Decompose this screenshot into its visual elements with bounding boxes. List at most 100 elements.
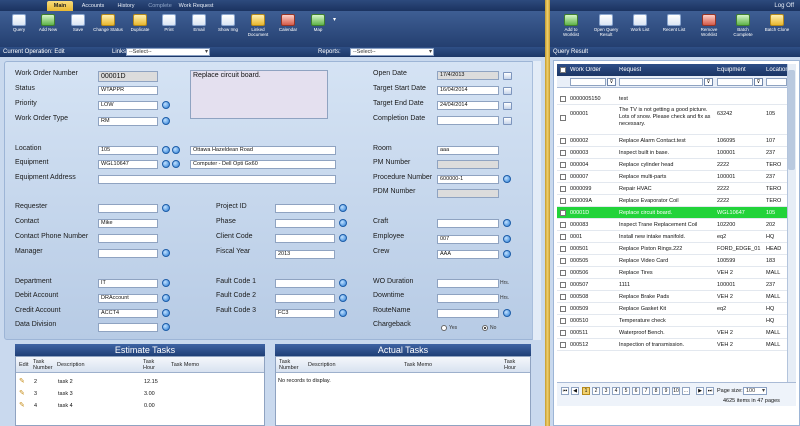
project-id-lookup-icon[interactable]	[339, 204, 347, 212]
open-date-calendar-icon[interactable]	[503, 72, 512, 80]
row-checkbox[interactable]	[560, 342, 566, 348]
page-number-button[interactable]: 10	[672, 387, 680, 395]
page-number-button[interactable]: ...	[682, 387, 690, 395]
query-result-row[interactable]: 000001 The TV is not getting a good pictu…	[557, 105, 787, 135]
row-checkbox[interactable]	[560, 186, 566, 192]
query-result-row[interactable]: 0000099 Repair HVAC 2222 TERO	[557, 183, 787, 195]
priority-lookup-icon[interactable]	[162, 101, 170, 109]
query-result-row[interactable]: 00001D Replace circuit board. WGL10647 105	[557, 207, 787, 219]
location-field[interactable]: 105	[98, 146, 158, 155]
work-order-number-field[interactable]: 00001D	[98, 71, 158, 82]
row-checkbox[interactable]	[560, 270, 566, 276]
employee-field[interactable]: 007	[437, 235, 499, 244]
contact-field[interactable]: Mike	[98, 219, 158, 228]
add-new-button[interactable]: Add New	[33, 14, 63, 45]
query-result-row[interactable]: 000512 Inspection of transmission. VEH 2 MA…	[557, 339, 787, 351]
priority-field[interactable]: LOW	[98, 101, 158, 110]
location-lookup-icon[interactable]	[162, 146, 170, 154]
query-result-row[interactable]: 000505 Replace Video Card 100599 183	[557, 255, 787, 267]
prev-page-button[interactable]: ◀	[571, 387, 579, 395]
recent-list-button[interactable]: Recent List	[659, 14, 689, 45]
fault-code-2-field[interactable]	[275, 294, 335, 303]
page-number-button[interactable]: 3	[602, 387, 610, 395]
data-division-field[interactable]	[98, 323, 158, 332]
query-result-row[interactable]: 000009A Replace Evaporator Coil 2222 TERO	[557, 195, 787, 207]
row-checkbox[interactable]	[560, 234, 566, 240]
page-size-select[interactable]: 100	[743, 387, 767, 395]
debit-account-lookup-icon[interactable]	[162, 294, 170, 302]
chargeback-no-radio[interactable]	[482, 325, 488, 331]
open-query-result-button[interactable]: Open Query Result	[591, 14, 621, 45]
edit-pencil-icon[interactable]: ✎	[19, 402, 26, 409]
credit-account-lookup-icon[interactable]	[162, 309, 170, 317]
craft-lookup-icon[interactable]	[503, 219, 511, 227]
page-number-button[interactable]: 4	[612, 387, 620, 395]
estimate-task-row[interactable]: ✎ 2 task 2 12.15	[16, 377, 256, 387]
query-result-row[interactable]: 000509 Replace Gasket Kit eq2 HQ	[557, 303, 787, 315]
work-order-type-field[interactable]: RM	[98, 117, 158, 126]
routename-lookup-icon[interactable]	[503, 309, 511, 317]
query-result-row[interactable]: 000508 Replace Brake Pads VEH 2 MALL	[557, 291, 787, 303]
query-result-row[interactable]: 000083 Inspect Trane Replacement Coil 1022…	[557, 219, 787, 231]
query-result-row[interactable]: 000511 Waterproof Bench. VEH 2 MALL	[557, 327, 787, 339]
tab-accounts[interactable]: Accounts	[78, 1, 108, 11]
filter-work-order-icon[interactable]: ⊽	[607, 78, 616, 86]
panel-divider[interactable]	[545, 0, 550, 426]
work-order-type-lookup-icon[interactable]	[162, 117, 170, 125]
fault-code-2-lookup-icon[interactable]	[339, 294, 347, 302]
department-field[interactable]: IT	[98, 279, 158, 288]
query-result-row[interactable]: 000003 Inspect built in base. 100001 237	[557, 147, 787, 159]
procedure-lookup-icon[interactable]	[503, 175, 511, 183]
client-code-lookup-icon[interactable]	[339, 234, 347, 242]
crew-field[interactable]: AAA	[437, 250, 499, 259]
row-checkbox[interactable]	[560, 96, 566, 102]
equipment-field[interactable]: WGL10647	[98, 160, 158, 169]
links-select[interactable]: --Select--	[126, 48, 210, 56]
filter-equipment-icon[interactable]: ⊽	[754, 78, 763, 86]
email-button[interactable]: Email	[184, 14, 214, 45]
room-field[interactable]: aaa	[437, 146, 499, 155]
equipment-lookup-icon[interactable]	[162, 160, 170, 168]
fault-code-1-lookup-icon[interactable]	[339, 279, 347, 287]
query-result-row[interactable]: 000507 1111 100001 237	[557, 279, 787, 291]
select-all-checkbox[interactable]	[560, 67, 566, 73]
query-button[interactable]: Query	[4, 14, 34, 45]
tab-main[interactable]: Main	[47, 1, 73, 11]
tab-work-request[interactable]: Work Request	[178, 1, 214, 11]
edit-pencil-icon[interactable]: ✎	[19, 378, 26, 385]
row-checkbox[interactable]	[560, 246, 566, 252]
estimate-task-row[interactable]: ✎ 3 task 3 3.00	[16, 389, 256, 399]
remove-worklist-button[interactable]: Remove Worklist	[694, 14, 724, 45]
form-scrollbar[interactable]	[532, 61, 541, 340]
row-checkbox[interactable]	[560, 150, 566, 156]
batch-complete-button[interactable]: Batch Complete	[728, 14, 758, 45]
query-result-row[interactable]: 0000005150 test	[557, 93, 787, 105]
query-result-row[interactable]: 000007 Replace multi-parts 100001 237	[557, 171, 787, 183]
row-checkbox[interactable]	[560, 198, 566, 204]
wo-duration-field[interactable]	[437, 279, 499, 288]
estimate-task-row[interactable]: ✎ 4 task 4 0.00	[16, 401, 256, 411]
row-checkbox[interactable]	[560, 162, 566, 168]
linked-document-button[interactable]: Linked Document	[243, 14, 273, 45]
description-field[interactable]: Replace circuit board.	[190, 70, 328, 119]
target-end-field[interactable]: 24/04/2014	[437, 101, 499, 110]
requester-lookup-icon[interactable]	[162, 204, 170, 212]
log-off-link[interactable]: Log Off	[774, 1, 794, 11]
procedure-number-field[interactable]: 600000-1	[437, 175, 499, 184]
location-detail-icon[interactable]	[172, 146, 180, 154]
edit-pencil-icon[interactable]: ✎	[19, 390, 26, 397]
row-checkbox[interactable]	[560, 294, 566, 300]
next-page-button[interactable]: ▶	[696, 387, 704, 395]
fault-code-3-field[interactable]: FC3	[275, 309, 335, 318]
filter-location-input[interactable]	[766, 78, 787, 86]
phase-field[interactable]	[275, 219, 335, 228]
row-checkbox[interactable]	[560, 330, 566, 336]
status-field[interactable]: WTAPPR	[98, 86, 158, 95]
row-checkbox[interactable]	[560, 115, 566, 121]
page-number-button[interactable]: 7	[642, 387, 650, 395]
contact-phone-field[interactable]	[98, 234, 158, 243]
change-status-button[interactable]: Change Status	[93, 14, 123, 45]
row-checkbox[interactable]	[560, 138, 566, 144]
add-to-worklist-button[interactable]: Add to Worklist	[556, 14, 586, 45]
routename-field[interactable]	[437, 309, 499, 318]
